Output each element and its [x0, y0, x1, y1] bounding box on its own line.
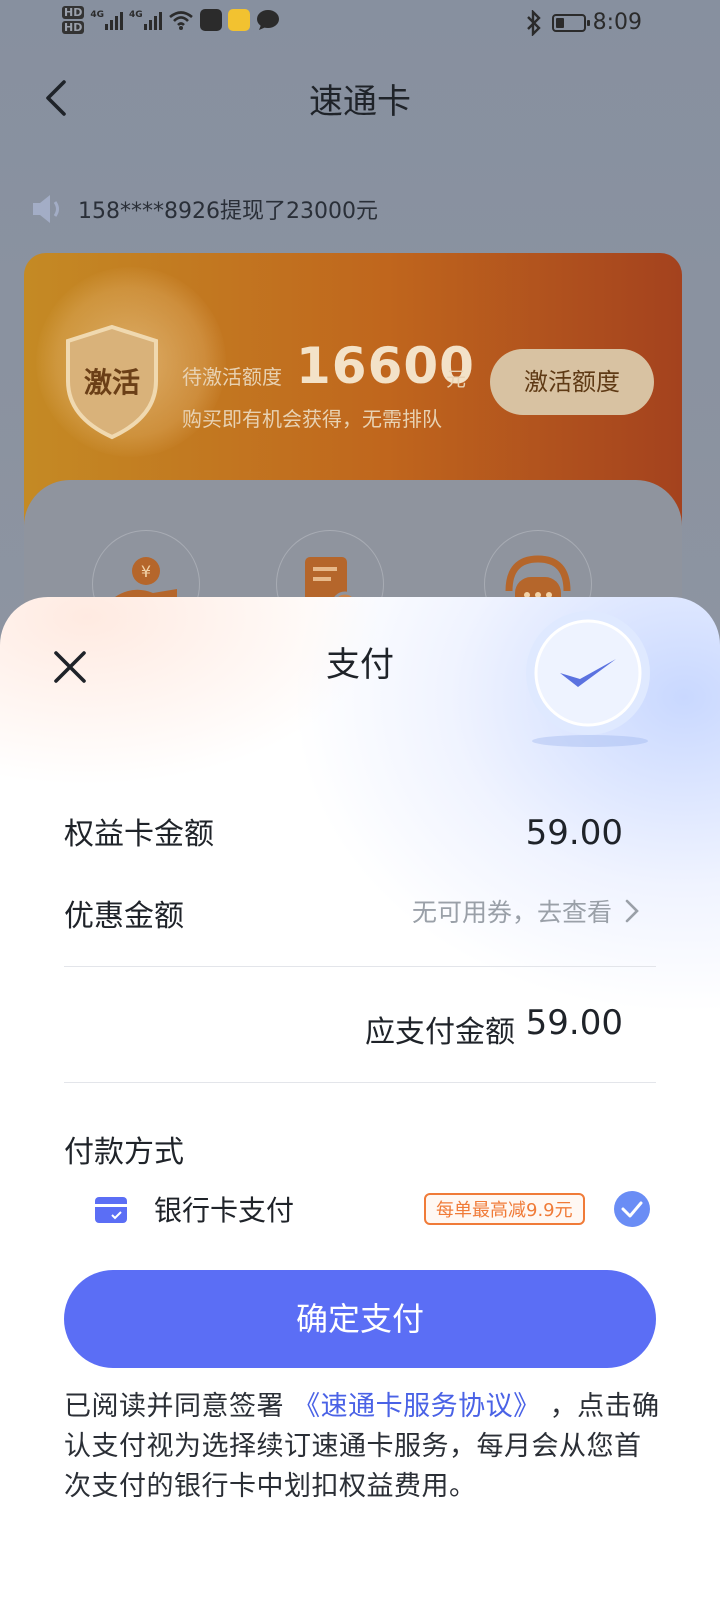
payment-method-title: 付款方式 [64, 1135, 184, 1170]
network-type: 4G [90, 10, 104, 20]
hd-indicator: HD HD [62, 6, 85, 34]
signal-icon: 4G [90, 10, 123, 30]
promo-description: 购买即有机会获得，无需排队 [182, 407, 442, 431]
card-amount-label: 权益卡金额 [64, 817, 214, 852]
discount-label: 优惠金额 [64, 899, 184, 934]
bank-card-icon [95, 1197, 127, 1223]
amount-unit: 元 [446, 367, 466, 391]
svg-text:¥: ¥ [141, 562, 151, 581]
activate-amount-button[interactable]: 激活额度 [490, 349, 654, 415]
divider [64, 966, 656, 967]
wifi-icon [168, 11, 193, 30]
chevron-right-icon [625, 899, 639, 923]
bank-card-label: 银行卡支付 [154, 1194, 295, 1227]
service-agreement-link[interactable]: 《速通卡服务协议》 [293, 1391, 541, 1422]
status-icons-left: HD HD 4G 4G [62, 6, 280, 34]
message-bubble-icon [256, 10, 279, 30]
bank-card-option[interactable]: 银行卡支付 每单最高减9.9元 [94, 1187, 664, 1231]
battery-icon [552, 14, 590, 32]
due-amount-value: 59.00 [525, 1003, 623, 1043]
coupon-link[interactable]: 无可用券，去查看 [412, 893, 640, 929]
due-amount-label: 应支付金额 [365, 1015, 515, 1050]
agreement-text: 已阅读并同意签署 《速通卡服务协议》 ，点击确认支付视为选择续订速通卡服务，每月… [64, 1387, 664, 1507]
speaker-icon [33, 195, 59, 223]
mail-app-icon [199, 9, 222, 31]
divider [64, 1082, 656, 1083]
hd-icon: HD [62, 21, 85, 34]
notice-text: 158****8926提现了23000元 [78, 199, 378, 224]
bluetooth-icon [527, 10, 541, 36]
nav-bar: 速通卡 [0, 60, 720, 140]
discount-tag: 每单最高减9.9元 [424, 1193, 585, 1225]
confirm-pay-button[interactable]: 确定支付 [64, 1270, 656, 1368]
signal-icon: 4G [129, 10, 162, 30]
page-title: 速通卡 [309, 82, 411, 122]
status-bar: HD HD 4G 4G 8:09 [0, 0, 720, 48]
shield-label: 激活 [83, 366, 140, 399]
weibo-icon [227, 9, 250, 31]
hd-icon: HD [62, 6, 85, 19]
selected-check-icon[interactable] [614, 1191, 650, 1227]
payment-sheet: 支付 权益卡金额 59.00 优惠金额 无可用券，去查看 应支付金额 59.00… [0, 597, 720, 1600]
status-time: 8:09 [592, 10, 642, 35]
network-type: 4G [129, 10, 143, 20]
withdraw-notice: 158****8926提现了23000元 [30, 192, 378, 226]
agreement-prefix: 已阅读并同意签署 [64, 1391, 284, 1422]
pending-label: 待激活额度 [182, 365, 282, 389]
coupon-text: 无可用券，去查看 [411, 898, 612, 927]
check-badge-icon [526, 611, 650, 747]
card-amount-value: 59.00 [525, 813, 623, 853]
